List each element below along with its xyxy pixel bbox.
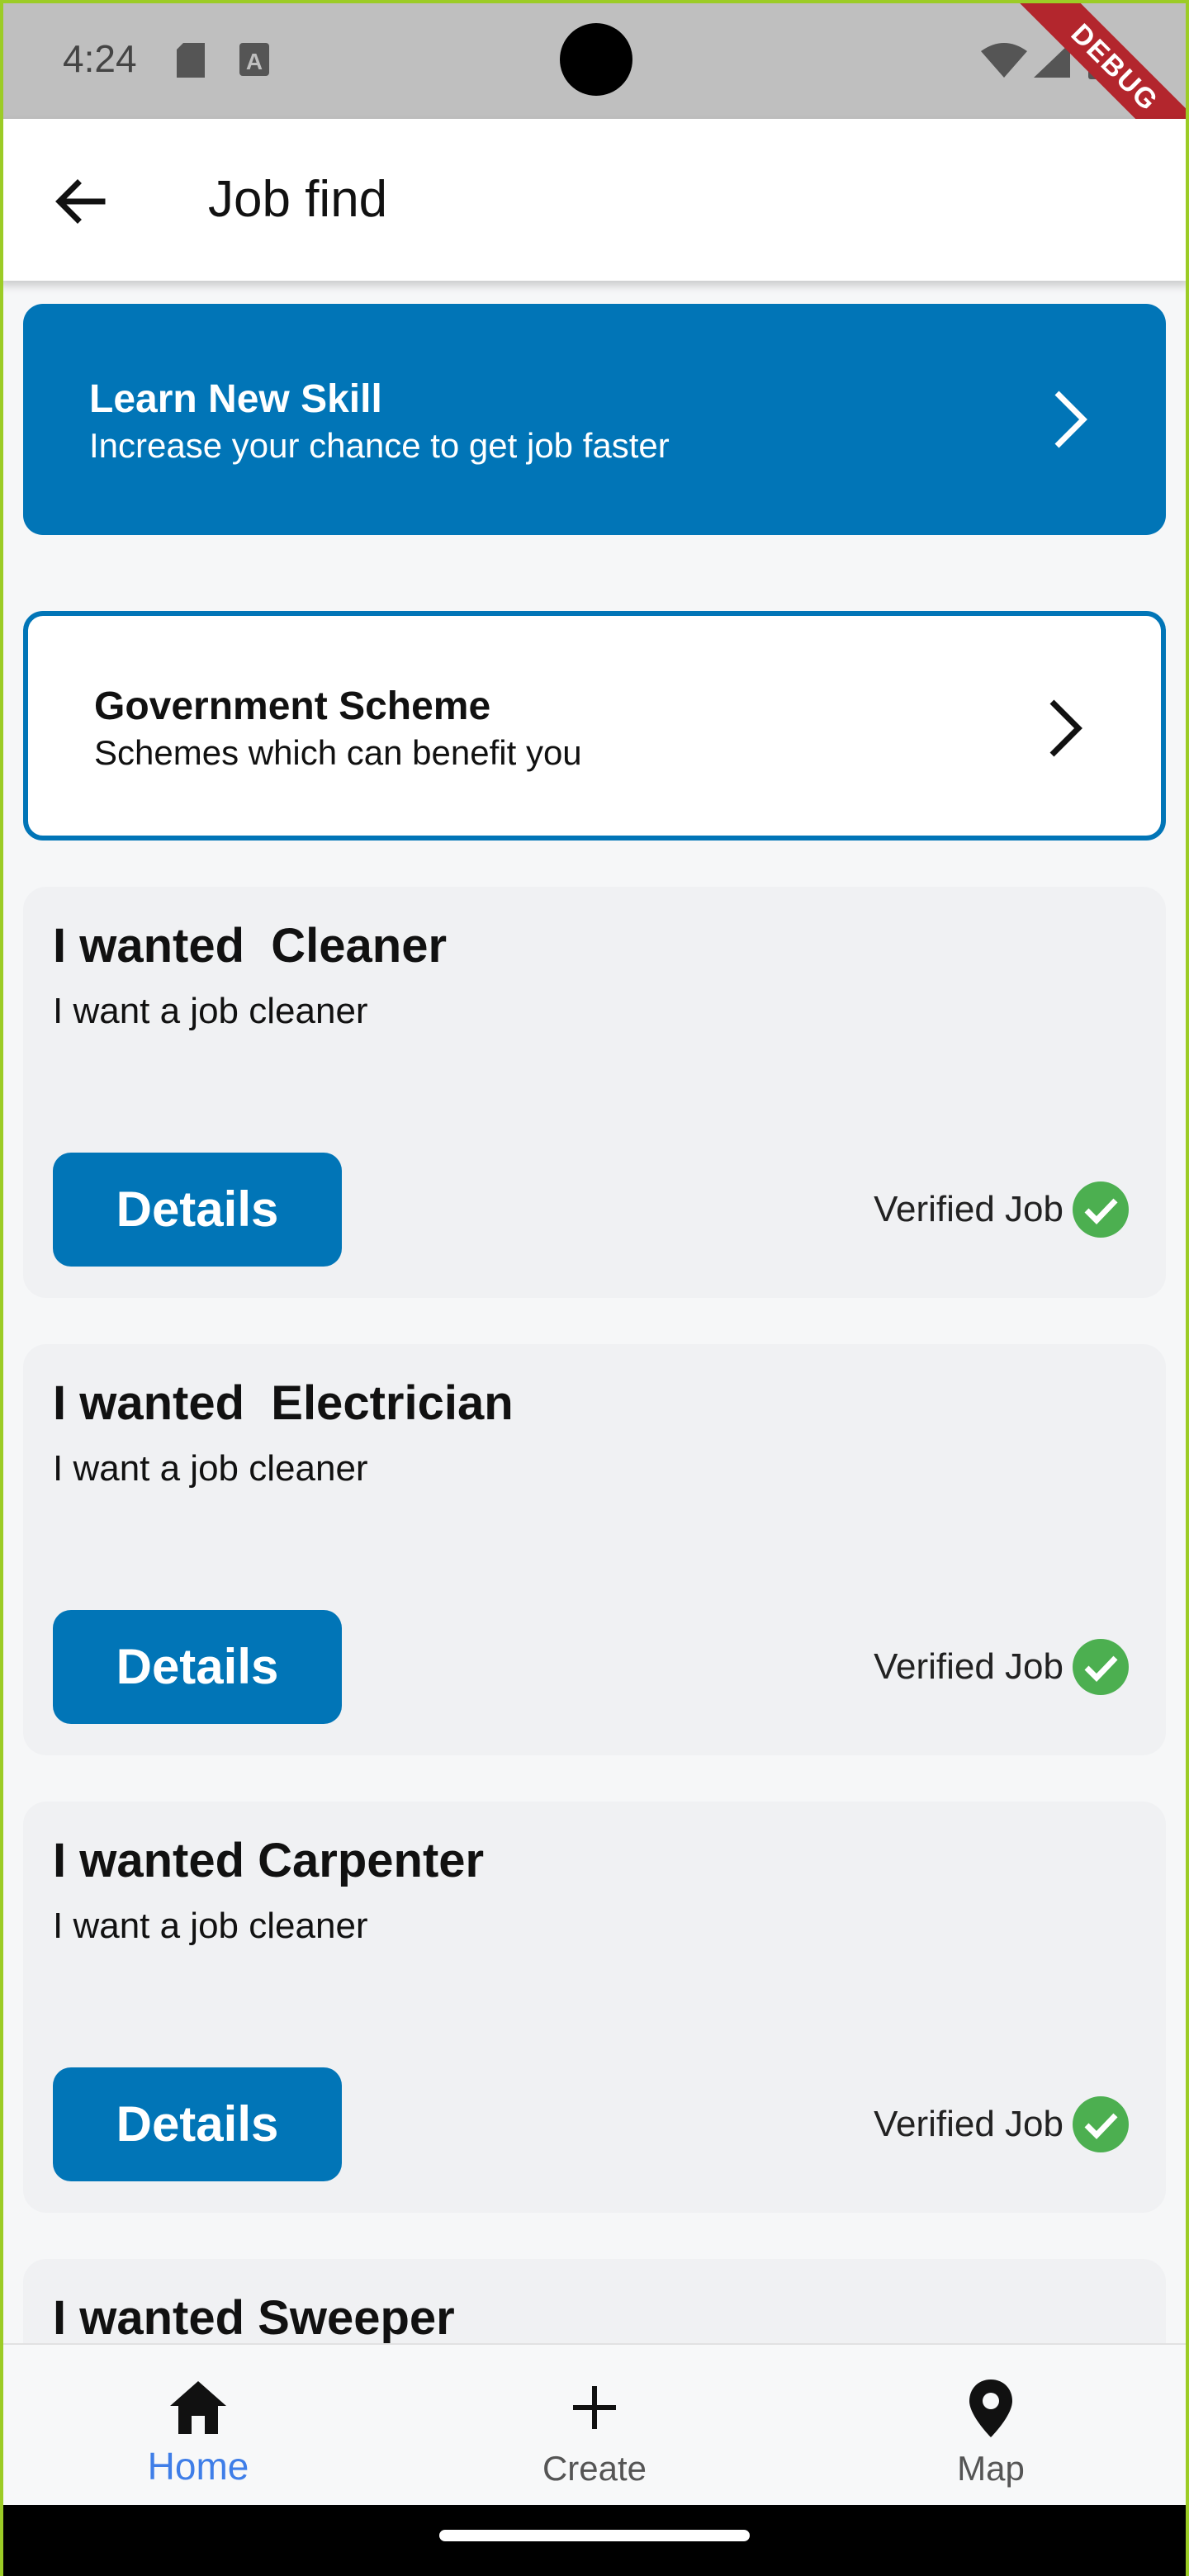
job-title: I wanted Electrician bbox=[53, 1376, 514, 1430]
job-card: I wanted Electrician I want a job cleane… bbox=[23, 1344, 1166, 1755]
job-description: I want a job cleaner bbox=[53, 1906, 368, 1946]
banner-subtitle: Increase your chance to get job faster bbox=[89, 426, 670, 465]
job-title: I wanted Cleaner bbox=[53, 919, 448, 973]
details-button[interactable]: Details bbox=[53, 1610, 342, 1724]
page-title: Job find bbox=[208, 171, 388, 228]
government-scheme-banner[interactable]: Government Scheme Schemes which can bene… bbox=[23, 611, 1166, 841]
verified-label: Verified Job bbox=[874, 1646, 1063, 1687]
verified-badge: Verified Job bbox=[874, 2094, 1130, 2155]
banner-title: Government Scheme bbox=[94, 684, 491, 728]
home-gesture-handle[interactable] bbox=[439, 2530, 750, 2541]
verified-badge: Verified Job bbox=[874, 1636, 1130, 1698]
home-icon bbox=[170, 2381, 226, 2434]
nav-home[interactable]: Home bbox=[0, 2345, 396, 2507]
verified-label: Verified Job bbox=[874, 1189, 1063, 1229]
nav-map[interactable]: Map bbox=[793, 2345, 1189, 2507]
job-card: I wanted Carpenter I want a job cleaner … bbox=[23, 1802, 1166, 2213]
verified-label: Verified Job bbox=[874, 2104, 1063, 2144]
details-button[interactable]: Details bbox=[53, 1153, 342, 1267]
job-card: I wanted Sweeper bbox=[23, 2259, 1166, 2345]
chevron-right-icon bbox=[1054, 391, 1087, 448]
app-bar: Job find bbox=[0, 119, 1189, 281]
map-pin-icon bbox=[969, 2379, 1012, 2437]
gesture-bar bbox=[0, 2505, 1189, 2576]
job-card: I wanted Cleaner I want a job cleaner De… bbox=[23, 887, 1166, 1298]
content-scroll[interactable]: Learn New Skill Increase your chance to … bbox=[0, 0, 1189, 2345]
bottom-nav: Home Create Map bbox=[0, 2343, 1189, 2507]
nav-label: Create bbox=[542, 2449, 647, 2488]
banner-subtitle: Schemes which can benefit you bbox=[94, 733, 582, 772]
banner-title: Learn New Skill bbox=[89, 377, 382, 421]
details-button[interactable]: Details bbox=[53, 2067, 342, 2181]
verified-check-icon bbox=[1073, 1181, 1129, 1238]
nav-label: Home bbox=[147, 2445, 249, 2488]
back-arrow-icon[interactable] bbox=[41, 162, 121, 241]
job-description: I want a job cleaner bbox=[53, 991, 368, 1031]
job-description: I want a job cleaner bbox=[53, 1448, 368, 1489]
verified-check-icon bbox=[1073, 1639, 1129, 1695]
chevron-right-icon bbox=[1049, 699, 1082, 757]
verified-badge: Verified Job bbox=[874, 1179, 1130, 1240]
add-icon bbox=[573, 2386, 616, 2429]
job-title: I wanted Carpenter bbox=[53, 1834, 485, 1887]
learn-new-skill-banner[interactable]: Learn New Skill Increase your chance to … bbox=[23, 304, 1166, 535]
job-title: I wanted Sweeper bbox=[53, 2291, 455, 2345]
nav-create[interactable]: Create bbox=[396, 2345, 793, 2507]
nav-label: Map bbox=[957, 2449, 1025, 2488]
verified-check-icon bbox=[1073, 2096, 1129, 2152]
